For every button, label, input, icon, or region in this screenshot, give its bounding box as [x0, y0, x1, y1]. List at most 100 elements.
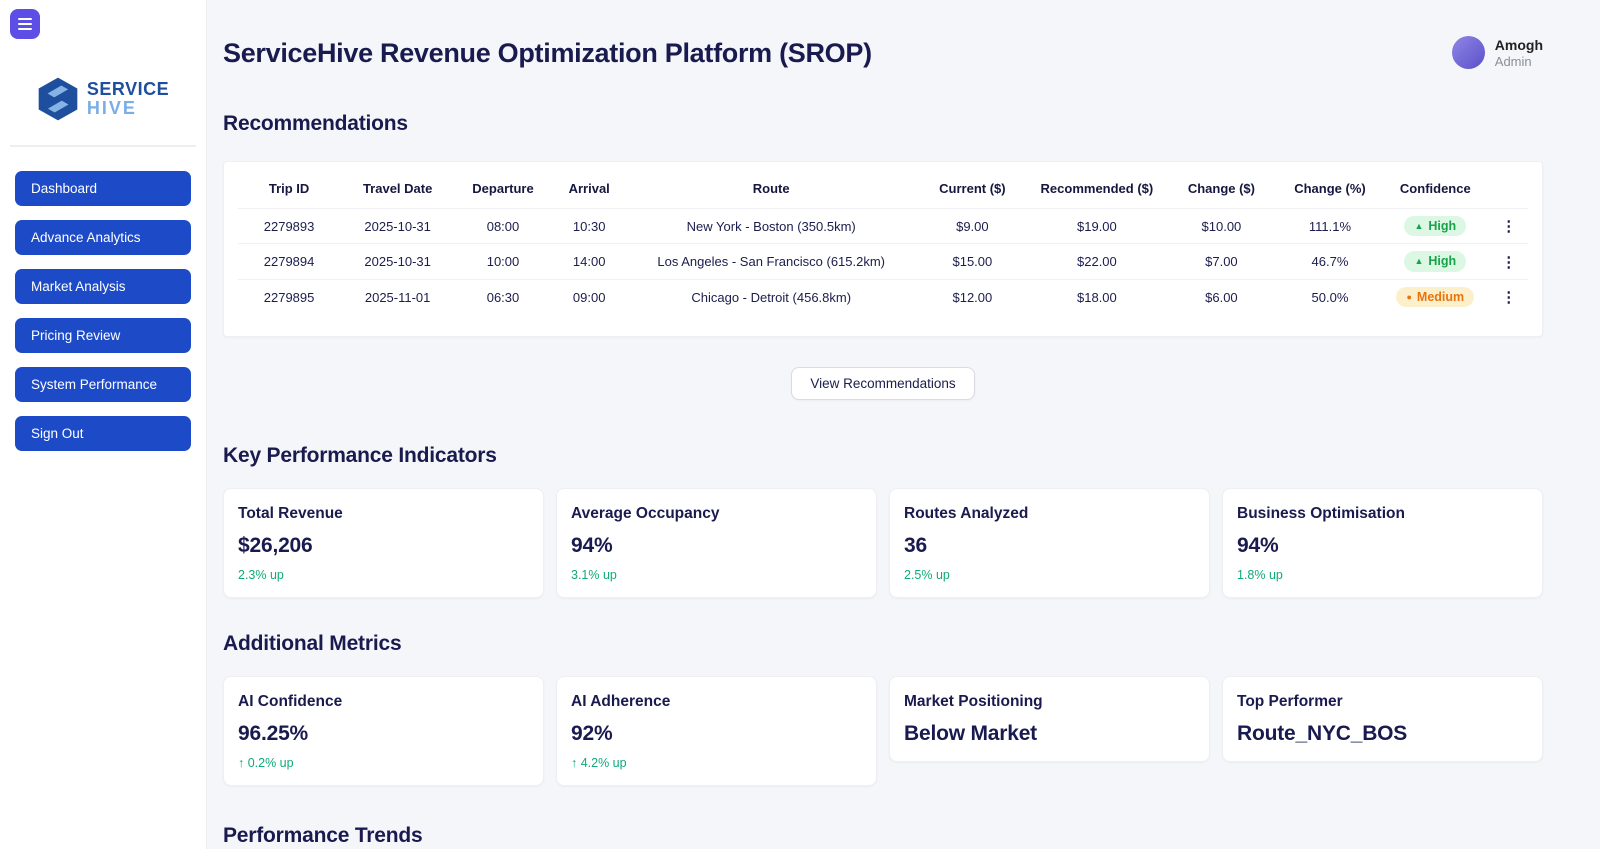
card-title: Routes Analyzed	[904, 505, 1029, 523]
avatar[interactable]	[1451, 36, 1485, 70]
table-header-cell: Change ($)	[1187, 180, 1255, 196]
kpi-heading: Key Performance Indicators	[223, 444, 497, 468]
table-header-cell: Travel Date	[362, 180, 433, 196]
user-info: Amogh Admin	[1495, 36, 1543, 70]
confidence-badge: ● Medium	[1396, 286, 1475, 308]
kpi-card-total-revenue: Total Revenue $26,206 2.3% up	[223, 488, 544, 599]
view-recommendations-button[interactable]: View Recommendations	[791, 367, 975, 401]
sidebar-divider	[10, 145, 196, 147]
cell-arrival: 09:00	[550, 278, 628, 315]
view-recommendations-row: View Recommendations	[223, 367, 1543, 401]
cell-route: Chicago - Detroit (456.8km)	[627, 278, 915, 315]
table-header-row: Trip ID Travel Date Departure Arrival Ro…	[238, 168, 1528, 209]
cell-confidence: ● Medium	[1381, 278, 1490, 315]
hamburger-icon	[18, 18, 32, 20]
confidence-badge: ▲ High	[1404, 215, 1467, 237]
cell-travel-date: 2025-10-31	[340, 243, 456, 280]
sidebar-item-sign-out[interactable]: Sign Out	[15, 416, 191, 451]
cell-route: New York - Boston (350.5km)	[627, 207, 915, 244]
servicehive-logo: SERVICE HIVE	[0, 75, 206, 123]
cell-row-menu: ⋮	[1489, 207, 1528, 244]
card-value: 94%	[571, 534, 613, 558]
cell-confidence: ▲ High	[1381, 207, 1490, 244]
table-row: 2279895 2025-11-01 06:30 09:00 Chicago -…	[238, 278, 1528, 315]
card-value: Route_NYC_BOS	[1237, 722, 1408, 746]
cell-current-price: $15.00	[914, 243, 1030, 280]
kpi-card-business-optimisation: Business Optimisation 94% 1.8% up	[1222, 488, 1543, 599]
card-value: 94%	[1237, 534, 1279, 558]
confidence-badge: ▲ High	[1404, 251, 1467, 272]
cell-change-usd: $6.00	[1163, 278, 1279, 315]
card-change: 2.3% up	[238, 568, 284, 583]
sidebar-item-pricing-review[interactable]: Pricing Review	[15, 318, 191, 353]
user-menu[interactable]: Amogh Admin	[1451, 36, 1543, 70]
cell-route: Los Angeles - San Francisco (615.2km)	[627, 243, 915, 280]
card-title: AI Confidence	[238, 693, 343, 711]
cell-trip-id: 2279893	[238, 207, 341, 244]
confidence-level-icon: ▲	[1414, 220, 1424, 231]
cell-travel-date: 2025-11-01	[340, 278, 456, 315]
cell-recommended-price: $19.00	[1029, 207, 1164, 244]
cell-trip-id: 2279894	[238, 243, 341, 280]
sidebar-item-advance-analytics[interactable]: Advance Analytics	[15, 220, 191, 255]
table-header-cell	[1490, 168, 1528, 209]
kpi-card-routes-analyzed: Routes Analyzed 36 2.5% up	[889, 488, 1210, 599]
page-title: ServiceHive Revenue Optimization Platfor…	[223, 38, 872, 68]
cell-confidence: ▲ High	[1381, 243, 1490, 280]
card-change: 2.5% up	[904, 568, 950, 583]
card-title: Market Positioning	[904, 693, 1043, 711]
card-title: Average Occupancy	[571, 505, 720, 523]
cell-current-price: $9.00	[914, 207, 1030, 244]
user-name: Amogh	[1494, 37, 1543, 53]
table-header-cell: Current ($)	[939, 180, 1006, 196]
servicehive-hexagon-icon	[38, 77, 78, 121]
table-header-cell: Arrival	[568, 180, 610, 196]
hamburger-icon	[18, 28, 32, 30]
table-header-cell: Recommended ($)	[1040, 180, 1154, 196]
confidence-level-icon: ●	[1406, 291, 1412, 302]
row-kebab-menu-icon[interactable]: ⋮	[1497, 253, 1520, 271]
card-value: 96.25%	[238, 722, 309, 746]
logo-line1: SERVICE	[86, 79, 170, 100]
card-change: 1.8% up	[1237, 568, 1283, 583]
sidebar-item-system-performance[interactable]: System Performance	[15, 367, 191, 402]
cell-change-usd: $7.00	[1163, 243, 1279, 280]
cell-arrival: 10:30	[550, 207, 628, 244]
cell-current-price: $12.00	[914, 278, 1030, 315]
cell-change-pct: 111.1%	[1278, 207, 1382, 244]
sidebar-item-dashboard[interactable]: Dashboard	[15, 171, 191, 206]
kpi-card-average-occupancy: Average Occupancy 94% 3.1% up	[556, 488, 877, 599]
card-change: 3.1% up	[571, 568, 617, 583]
logo-wordmark: SERVICE HIVE	[87, 80, 169, 118]
recommendations-table: Trip ID Travel Date Departure Arrival Ro…	[238, 168, 1528, 315]
cell-row-menu: ⋮	[1489, 243, 1528, 280]
user-role: Admin	[1494, 54, 1532, 70]
recommendations-heading: Recommendations	[223, 111, 408, 135]
main-content: ServiceHive Revenue Optimization Platfor…	[207, 0, 1600, 849]
card-change: ↑ 0.2% up	[238, 756, 294, 771]
performance-trends-heading: Performance Trends	[223, 824, 423, 848]
metric-card-market-positioning: Market Positioning Below Market	[889, 676, 1210, 763]
metric-card-ai-confidence: AI Confidence 96.25% ↑ 0.2% up	[223, 676, 544, 787]
hamburger-icon	[18, 23, 32, 25]
table-header-cell: Confidence	[1399, 180, 1471, 196]
sidebar: SERVICE HIVE Dashboard Advance Analytics…	[0, 0, 207, 849]
table-header-cell: Change (%)	[1294, 180, 1366, 196]
kpi-card-grid: Total Revenue $26,206 2.3% up Average Oc…	[223, 488, 1543, 599]
table-row: 2279894 2025-10-31 10:00 14:00 Los Angel…	[238, 243, 1528, 280]
row-kebab-menu-icon[interactable]: ⋮	[1497, 217, 1520, 235]
cell-departure: 08:00	[455, 207, 551, 244]
cell-change-pct: 50.0%	[1278, 278, 1382, 315]
hamburger-menu-button[interactable]	[10, 9, 40, 39]
cell-row-menu: ⋮	[1489, 278, 1528, 315]
metric-card-top-performer: Top Performer Route_NYC_BOS	[1222, 676, 1543, 763]
row-kebab-menu-icon[interactable]: ⋮	[1497, 288, 1520, 306]
additional-metrics-heading: Additional Metrics	[223, 632, 402, 656]
cell-trip-id: 2279895	[238, 278, 341, 315]
cell-change-usd: $10.00	[1163, 207, 1279, 244]
confidence-label: Medium	[1416, 289, 1465, 304]
metric-card-ai-adherence: AI Adherence 92% ↑ 4.2% up	[556, 676, 877, 787]
sidebar-item-market-analysis[interactable]: Market Analysis	[15, 269, 191, 304]
card-title: AI Adherence	[571, 693, 671, 711]
logo-line2: HIVE	[86, 98, 137, 118]
